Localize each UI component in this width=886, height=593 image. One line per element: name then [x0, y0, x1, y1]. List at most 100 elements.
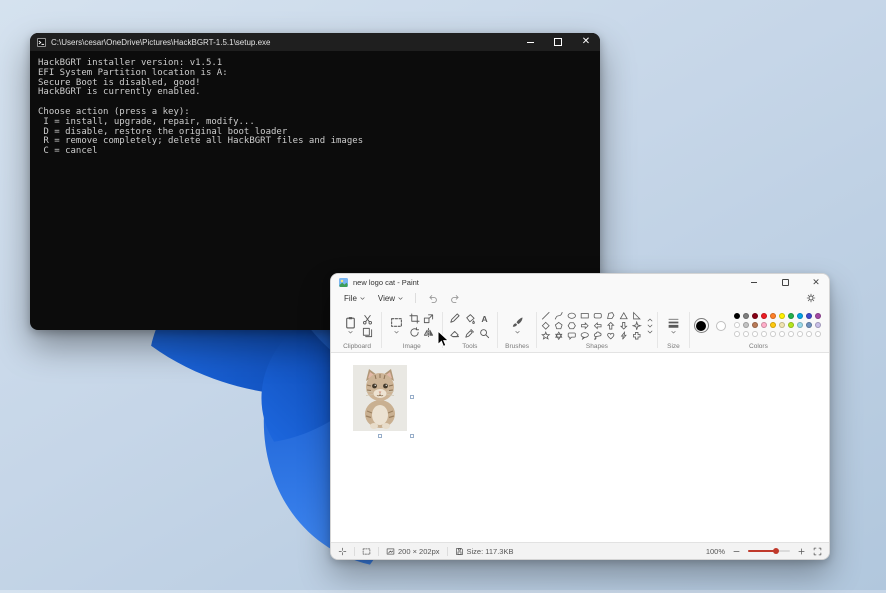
cat-photo[interactable] — [353, 365, 407, 431]
settings-button[interactable] — [801, 292, 821, 304]
cut-icon[interactable] — [362, 314, 373, 325]
shape-rounded-rectangle[interactable] — [592, 311, 603, 320]
redo-button[interactable] — [445, 292, 466, 305]
color-swatch-grid — [733, 312, 823, 339]
brushes-button[interactable] — [509, 315, 526, 336]
paint-maximize-button[interactable] — [772, 274, 798, 290]
shape-options-chevron-icon[interactable] — [646, 329, 654, 335]
magnifier-tool-button[interactable] — [479, 328, 490, 339]
canvas-resize-handle-right[interactable] — [410, 395, 414, 399]
flip-icon[interactable] — [423, 327, 434, 338]
color-swatch[interactable] — [814, 312, 822, 319]
paint-close-button[interactable]: ✕ — [803, 274, 829, 290]
crop-icon[interactable] — [409, 313, 420, 324]
shape-down-arrow[interactable] — [618, 321, 629, 330]
zoom-slider-thumb[interactable] — [773, 548, 780, 554]
shape-oval-callout[interactable] — [579, 331, 590, 340]
color-swatch[interactable] — [796, 330, 804, 337]
color-picker-tool-button[interactable] — [464, 328, 475, 339]
shape-oval[interactable] — [566, 311, 577, 320]
color-swatch[interactable] — [742, 312, 750, 319]
color-swatch[interactable] — [787, 330, 795, 337]
fit-to-window-button[interactable] — [813, 547, 822, 556]
shape-up-arrow[interactable] — [605, 321, 616, 330]
color-swatch[interactable] — [751, 312, 759, 319]
shape-curve[interactable] — [553, 311, 564, 320]
zoom-slider[interactable] — [748, 548, 790, 554]
size-button[interactable] — [665, 315, 682, 336]
shape-rectangle[interactable] — [579, 311, 590, 320]
copy-icon[interactable] — [362, 327, 373, 338]
shape-lightning[interactable] — [618, 330, 629, 340]
shape-heart[interactable] — [605, 331, 616, 340]
color-swatch[interactable] — [805, 330, 813, 337]
shape-five-point-star[interactable] — [540, 330, 551, 340]
color-swatch[interactable] — [769, 312, 777, 319]
shape-six-point-star[interactable] — [553, 331, 564, 340]
shapes-group: Shapes — [539, 308, 655, 352]
line-size-icon — [668, 318, 679, 328]
rotate-icon[interactable] — [409, 327, 420, 338]
text-tool-button[interactable]: A — [479, 313, 490, 324]
color-swatch[interactable] — [769, 330, 777, 337]
undo-button[interactable] — [422, 292, 443, 305]
color-swatch[interactable] — [733, 330, 741, 337]
select-button[interactable] — [388, 315, 405, 336]
menu-view[interactable]: View — [373, 293, 409, 304]
color-swatch[interactable] — [805, 312, 813, 319]
resize-icon[interactable] — [423, 313, 434, 324]
color-swatch[interactable] — [796, 321, 804, 328]
paste-button[interactable] — [342, 315, 359, 336]
color-swatch[interactable] — [778, 312, 786, 319]
color-swatch[interactable] — [760, 330, 768, 337]
color-swatch[interactable] — [778, 330, 786, 337]
fill-tool-button[interactable] — [464, 313, 476, 324]
color-swatch[interactable] — [742, 321, 750, 328]
shape-right-arrow[interactable] — [579, 321, 590, 330]
color-swatch[interactable] — [814, 330, 822, 337]
canvas-resize-handle-bottom[interactable] — [378, 434, 382, 438]
color-swatch[interactable] — [796, 312, 804, 319]
shape-four-point-star[interactable] — [631, 320, 642, 331]
pencil-tool-button[interactable] — [449, 312, 460, 324]
shape-left-arrow[interactable] — [592, 321, 603, 330]
shape-polygon[interactable] — [605, 311, 616, 320]
console-titlebar[interactable]: C:\Users\cesar\OneDrive\Pictures\HackBGR… — [30, 33, 600, 51]
shape-pentagon[interactable] — [553, 321, 564, 330]
color-swatch[interactable] — [787, 321, 795, 328]
canvas-size-indicator: 200 × 202px — [386, 547, 440, 556]
paint-canvas[interactable] — [331, 353, 829, 542]
shape-hexagon[interactable] — [566, 321, 577, 330]
color2-selector[interactable] — [714, 318, 729, 333]
console-close-button[interactable]: ✕ — [572, 33, 600, 51]
shape-cross[interactable] — [631, 331, 642, 340]
color-swatch[interactable] — [760, 321, 768, 328]
color-swatch[interactable] — [778, 321, 786, 328]
shape-right-triangle[interactable] — [631, 311, 642, 320]
console-maximize-button[interactable] — [544, 33, 572, 51]
color-swatch[interactable] — [733, 312, 741, 319]
zoom-out-button[interactable] — [732, 547, 741, 556]
color-swatch[interactable] — [805, 321, 813, 328]
canvas-resize-handle-corner[interactable] — [410, 434, 414, 438]
shape-rounded-callout[interactable] — [566, 331, 577, 340]
color-swatch[interactable] — [733, 321, 741, 328]
zoom-in-button[interactable] — [797, 547, 806, 556]
paint-titlebar[interactable]: new logo cat - Paint ✕ — [331, 274, 829, 290]
color-swatch[interactable] — [769, 321, 777, 328]
shape-cloud-callout[interactable] — [592, 331, 603, 340]
paint-minimize-button[interactable] — [741, 274, 767, 290]
color-swatch[interactable] — [760, 312, 768, 319]
color1-selector[interactable] — [693, 318, 709, 333]
eraser-tool-button[interactable] — [449, 328, 460, 339]
shape-triangle[interactable] — [618, 311, 629, 320]
color-swatch[interactable] — [787, 312, 795, 319]
shape-line[interactable] — [540, 311, 551, 320]
console-minimize-button[interactable] — [516, 33, 544, 51]
menu-file[interactable]: File — [339, 293, 371, 304]
color-swatch[interactable] — [814, 321, 822, 328]
color-swatch[interactable] — [742, 330, 750, 337]
shape-diamond[interactable] — [540, 321, 551, 330]
color-swatch[interactable] — [751, 330, 759, 337]
color-swatch[interactable] — [751, 321, 759, 328]
